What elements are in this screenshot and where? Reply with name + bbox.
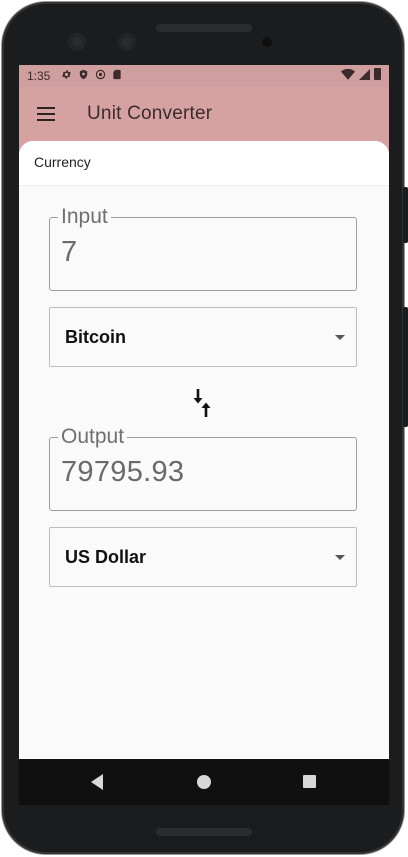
output-field: Output 79795.93 <box>49 425 357 511</box>
home-icon[interactable] <box>197 775 211 789</box>
status-bar: 1:35 <box>19 65 389 87</box>
from-unit-dropdown[interactable]: Bitcoin <box>49 307 357 367</box>
signal-icon <box>359 68 370 80</box>
category-header: Currency <box>19 141 389 186</box>
from-unit-selected: Bitcoin <box>65 327 126 347</box>
to-unit-selected: US Dollar <box>65 547 147 567</box>
recents-icon[interactable] <box>303 775 316 788</box>
app-title: Unit Converter <box>87 103 213 124</box>
power-button <box>403 187 408 243</box>
input-field-value[interactable]: 7 <box>61 236 77 269</box>
front-camera-icon <box>118 33 136 51</box>
earpiece-speaker <box>156 24 252 32</box>
front-camera-icon <box>68 33 86 51</box>
sd-card-icon <box>113 69 121 80</box>
screen: 1:35 Unit Converter Currency Input 7 Bit… <box>19 65 389 805</box>
converter-sheet: Currency Input 7 Bitcoin Output 79795.93 <box>19 141 389 805</box>
phone-frame: 1:35 Unit Converter Currency Input 7 Bit… <box>2 2 408 854</box>
shield-icon <box>79 69 88 80</box>
input-field[interactable]: Input 7 <box>49 205 357 291</box>
category-label: Currency <box>34 154 91 170</box>
status-time: 1:35 <box>27 69 51 83</box>
status-system-icons <box>341 68 381 80</box>
battery-icon <box>374 68 381 80</box>
wifi-icon <box>341 68 355 80</box>
gear-icon <box>62 70 71 79</box>
back-icon[interactable] <box>91 774 103 790</box>
navigation-bar <box>19 759 389 805</box>
to-unit-dropdown[interactable]: US Dollar <box>49 527 357 587</box>
bottom-speaker <box>156 828 252 836</box>
status-notification-icons <box>61 69 122 80</box>
sync-icon <box>95 69 106 80</box>
hamburger-menu-icon[interactable] <box>37 107 55 121</box>
input-field-label: Input <box>58 205 111 229</box>
proximity-sensor <box>262 37 272 47</box>
dropdown-arrow-icon <box>335 335 345 340</box>
swap-vertical-icon[interactable] <box>191 387 215 419</box>
volume-button <box>403 307 408 427</box>
output-field-label: Output <box>58 425 128 449</box>
output-field-value: 79795.93 <box>61 456 185 488</box>
dropdown-arrow-icon <box>335 555 345 560</box>
